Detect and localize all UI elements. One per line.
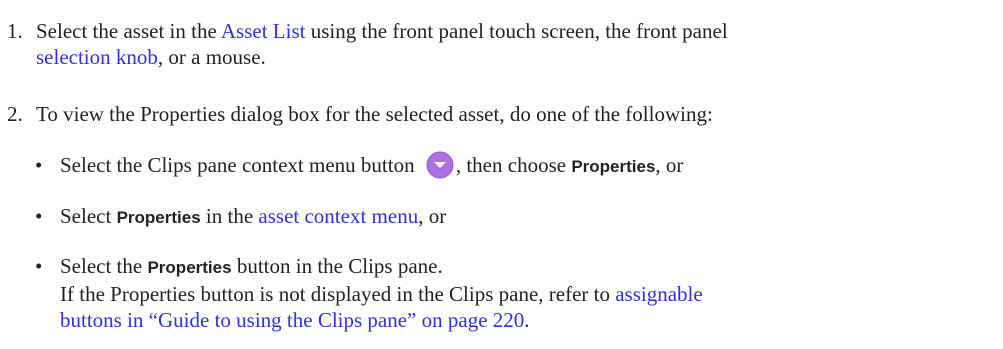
option-bullet-2: • Select Properties in the asset context … — [35, 203, 995, 231]
assignable-buttons-link[interactable]: buttons in “Guide to using the Clips pan… — [60, 308, 524, 332]
bullet-text: , then choose — [455, 153, 572, 177]
step-number: 1. — [7, 19, 23, 43]
bullet-text: . — [524, 308, 530, 332]
step-text: using the front panel touch screen, the … — [305, 19, 728, 43]
bullet-text: Select the — [60, 254, 148, 278]
properties-label: Properties — [116, 208, 201, 227]
bullet-dot: • — [35, 153, 43, 177]
bullet-text: , or — [655, 153, 684, 177]
step-1: 1. Select the asset in the Asset List usi… — [7, 18, 997, 70]
asset-context-menu-link[interactable]: asset context menu — [258, 204, 418, 228]
properties-label: Properties — [147, 258, 232, 277]
step-continuation: selection knob, or a mouse. — [7, 44, 997, 70]
bullet-text: If the Properties button is not displaye… — [60, 282, 616, 306]
bullet-text: Select — [60, 204, 117, 228]
bullet-dot: • — [35, 254, 43, 278]
step-2: 2. To view the Properties dialog box for … — [7, 101, 997, 127]
assignable-buttons-link[interactable]: assignable — [615, 282, 702, 306]
bullet-continuation: buttons in “Guide to using the Clips pan… — [35, 307, 995, 333]
bullet-text: button in the Clips pane. — [231, 254, 443, 278]
selection-knob-link[interactable]: selection knob — [36, 45, 158, 69]
step-number: 2. — [7, 102, 23, 126]
step-text: , or a mouse. — [157, 45, 266, 69]
bullet-text: , or — [418, 204, 447, 228]
option-bullet-3: • Select the Properties button in the Cli… — [35, 253, 995, 333]
procedure-document: 1. Select the asset in the Asset List usi… — [0, 0, 1003, 349]
step-text: Select the asset in the — [36, 19, 221, 43]
context-menu-chevron-icon — [426, 151, 454, 179]
bullet-continuation: If the Properties button is not displaye… — [35, 281, 995, 307]
option-bullet-1: • Select the Clips pane context menu butt… — [35, 151, 995, 180]
step-text: To view the Properties dialog box for th… — [36, 102, 713, 126]
bullet-text: in the — [200, 204, 259, 228]
bullet-text: Select the Clips pane context menu butto… — [60, 153, 420, 177]
bullet-dot: • — [35, 204, 43, 228]
asset-list-link[interactable]: Asset List — [221, 19, 306, 43]
properties-label: Properties — [571, 157, 656, 176]
